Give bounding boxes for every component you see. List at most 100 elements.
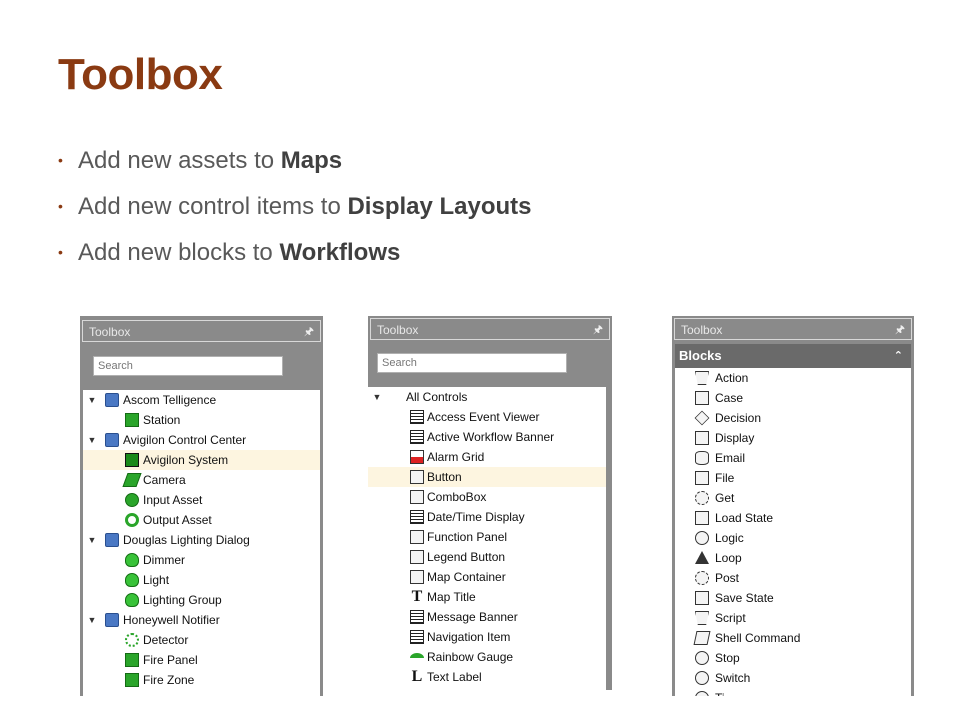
tree-item[interactable]: Shell Command — [675, 628, 911, 648]
chevron-down-icon[interactable]: ▼ — [87, 390, 97, 410]
toolbox-header-label: Toolbox — [377, 323, 419, 337]
tree-item[interactable]: Date/Time Display — [368, 507, 606, 527]
tree-item[interactable]: Active Workflow Banner — [368, 427, 606, 447]
alarm-grid-icon — [410, 450, 424, 464]
tree-item[interactable]: Load State — [675, 508, 911, 528]
tree-item-label: Detector — [143, 633, 189, 647]
collapse-up-icon[interactable]: ⌃ — [894, 344, 903, 368]
bullet-bold: Display Layouts — [347, 193, 532, 220]
tree-item[interactable]: Station — [83, 410, 320, 430]
tree-item[interactable]: Rainbow Gauge — [368, 647, 606, 667]
controls-tree: ▼ All Controls Access Event Viewer Active W… — [368, 387, 606, 690]
tree-item[interactable]: Output Asset — [83, 510, 320, 530]
tree-item[interactable]: Navigation Item — [368, 627, 606, 647]
tree-item[interactable]: ▼ Avigilon Control Center — [83, 430, 320, 450]
tree-item[interactable]: Stop — [675, 648, 911, 668]
pin-icon[interactable]: 🖈 — [895, 319, 905, 341]
tree-item[interactable]: Ti — [675, 688, 911, 696]
tree-item-label: Avigilon System — [143, 453, 229, 467]
tree-item[interactable]: Display — [675, 428, 911, 448]
tree-item[interactable]: Function Panel — [368, 527, 606, 547]
tree-item-label: Fire Panel — [143, 653, 198, 667]
tree-item[interactable]: Post — [675, 568, 911, 588]
tree-item[interactable]: ComboBox — [368, 487, 606, 507]
building-icon — [105, 433, 119, 447]
search-input[interactable]: Search — [93, 356, 283, 376]
tree-item[interactable]: Script — [675, 608, 911, 628]
pin-icon[interactable]: 🖈 — [304, 321, 314, 343]
gauge-icon — [410, 653, 424, 663]
tree-item-label: Stop — [715, 651, 740, 665]
tree-item[interactable]: Get — [675, 488, 911, 508]
tree-item[interactable]: Input Asset — [83, 490, 320, 510]
chevron-down-icon[interactable]: ▼ — [372, 387, 382, 407]
tree-item-label: Logic — [715, 531, 744, 545]
blocks-section-header[interactable]: Blocks ⌃ — [675, 344, 911, 368]
bulb-icon — [125, 573, 139, 587]
tree-item-label: Message Banner — [427, 610, 518, 624]
email-icon — [695, 451, 709, 465]
toolbox-header: Toolbox 🖈 — [82, 320, 321, 342]
tree-item[interactable]: ▼ All Controls — [368, 387, 606, 407]
tree-item[interactable]: File — [675, 468, 911, 488]
station-icon — [125, 413, 139, 427]
tree-item[interactable]: Light — [83, 570, 320, 590]
tree-item[interactable]: Fire Panel — [83, 650, 320, 670]
tree-item[interactable]: Dimmer — [83, 550, 320, 570]
panel-icon — [410, 530, 424, 544]
biohazard-icon — [125, 633, 139, 647]
tree-item[interactable]: Logic — [675, 528, 911, 548]
tree-item-label: Action — [715, 371, 749, 385]
tree-item-label: Rainbow Gauge — [427, 650, 514, 664]
tree-item-label: Ascom Telligence — [123, 393, 217, 407]
tree-item[interactable]: Action — [675, 368, 911, 388]
tree-item[interactable]: Avigilon System — [83, 450, 320, 470]
toolbox-header: Toolbox 🖈 — [674, 318, 912, 340]
tree-item[interactable]: L Text Label — [368, 667, 606, 687]
toolbox-header: Toolbox 🖈 — [370, 318, 610, 340]
tree-item[interactable]: Lighting Group — [83, 590, 320, 610]
bulb-icon — [125, 593, 139, 607]
shell-command-icon — [693, 631, 711, 645]
fire-zone-icon — [125, 673, 139, 687]
blocks-section-label: Blocks — [679, 348, 722, 363]
tree-item[interactable]: Camera — [83, 470, 320, 490]
tree-item[interactable]: Case — [675, 388, 911, 408]
blocks-list: Action Case Decision Display Email File Get Loa… — [675, 368, 911, 696]
input-icon — [125, 493, 139, 507]
tree-item[interactable]: Detector — [83, 630, 320, 650]
button-icon — [410, 470, 424, 484]
tree-item[interactable]: ▼ Ascom Telligence — [83, 390, 320, 410]
tree-item[interactable]: Switch — [675, 668, 911, 688]
combobox-icon — [410, 490, 424, 504]
tree-item-label: Switch — [715, 671, 751, 685]
tree-item[interactable]: Decision — [675, 408, 911, 428]
tree-item[interactable]: Message Banner — [368, 607, 606, 627]
tree-item[interactable]: Access Event Viewer — [368, 407, 606, 427]
search-input[interactable]: Search — [377, 353, 567, 373]
tree-item[interactable]: Button — [368, 467, 606, 487]
chevron-down-icon[interactable]: ▼ — [87, 430, 97, 450]
tree-item-label: Station — [143, 413, 181, 427]
calendar-icon — [410, 510, 424, 524]
toolbox-header-label: Toolbox — [89, 325, 131, 339]
toolbox-panel-workflows: Toolbox 🖈 Blocks ⌃ Action Case Decision Dis… — [672, 316, 914, 696]
tree-item[interactable]: Email — [675, 448, 911, 468]
camera-icon — [122, 473, 142, 487]
tree-item[interactable]: Alarm Grid — [368, 447, 606, 467]
tree-item[interactable]: Loop — [675, 548, 911, 568]
tree-item-label: Save State — [715, 591, 774, 605]
tree-item[interactable]: Save State — [675, 588, 911, 608]
tree-item[interactable]: Legend Button — [368, 547, 606, 567]
tree-item[interactable]: Fire Zone — [83, 670, 320, 690]
pin-icon[interactable]: 🖈 — [593, 319, 603, 341]
tree-item-label: Load State — [715, 511, 774, 525]
tree-item[interactable]: T Map Title — [368, 587, 606, 607]
asset-tree: ▼ Ascom Telligence Station ▼ Avigilon Contro… — [83, 390, 320, 696]
chevron-down-icon[interactable]: ▼ — [87, 530, 97, 550]
tree-item[interactable]: Map Container — [368, 567, 606, 587]
chevron-down-icon[interactable]: ▼ — [87, 610, 97, 630]
tree-item-label: Navigation Item — [427, 630, 511, 644]
tree-item[interactable]: ▼ Honeywell Notifier — [83, 610, 320, 630]
tree-item[interactable]: ▼ Douglas Lighting Dialog — [83, 530, 320, 550]
